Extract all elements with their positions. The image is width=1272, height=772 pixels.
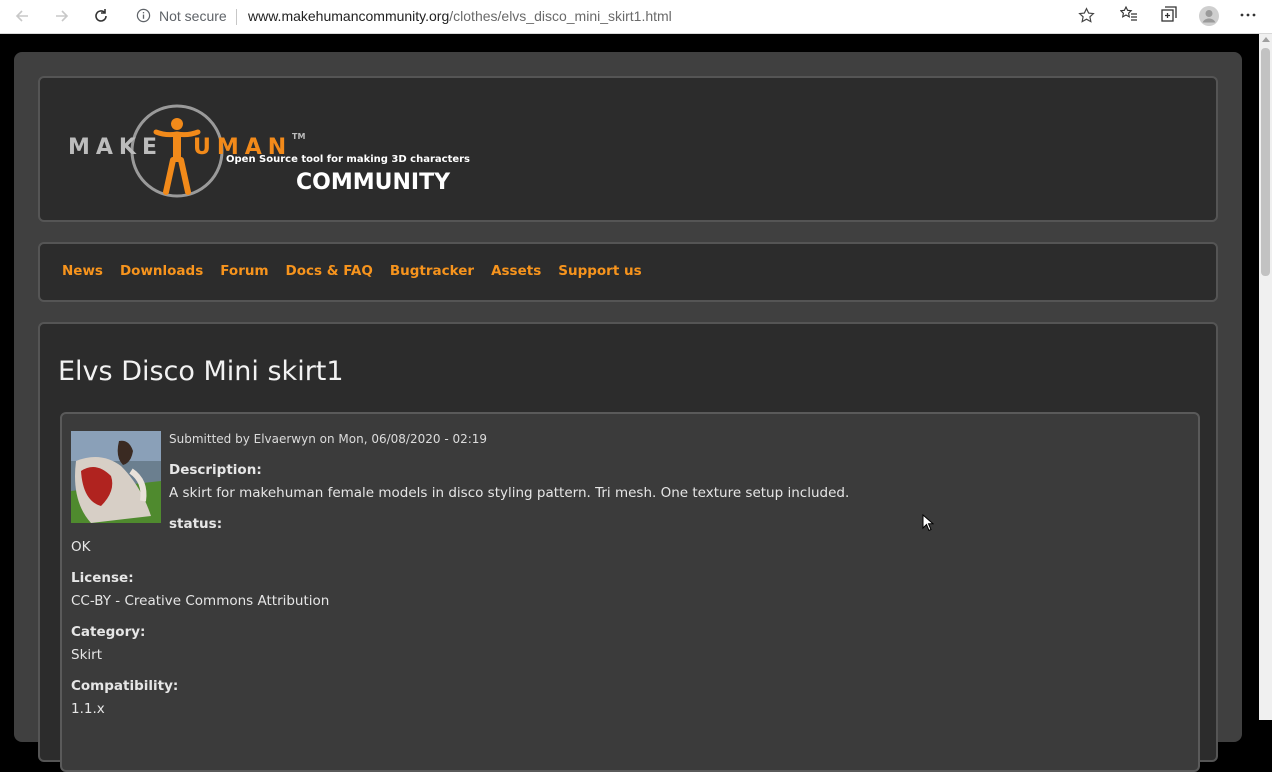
logo-trademark: TM — [292, 132, 306, 141]
category-label: Category: — [71, 624, 146, 640]
favorites-list-icon[interactable] — [1120, 5, 1138, 23]
license-label: License: — [71, 570, 134, 586]
site-wrapper: MAKE UMAN TM Open Source tool for making… — [14, 52, 1242, 772]
makehuman-logo[interactable]: MAKE UMAN TM Open Source tool for making… — [68, 102, 470, 202]
favorite-star-icon[interactable] — [1078, 7, 1095, 24]
not-secure-label[interactable]: Not secure — [159, 8, 227, 24]
logo-community-text: COMMUNITY — [296, 170, 451, 195]
logo-tagline: Open Source tool for making 3D character… — [226, 154, 471, 165]
nav-link-support-us[interactable]: Support us — [558, 263, 641, 279]
submitted-by-line: Submitted by Elvaerwyn on Mon, 06/08/202… — [169, 432, 488, 446]
back-arrow-icon — [15, 10, 28, 22]
collections-icon[interactable] — [1160, 5, 1178, 23]
content-area: Elvs Disco Mini skirt1 Submitted by Elva… — [38, 322, 1218, 772]
url-domain: www.makehumancommunity.org — [248, 8, 450, 24]
url-separator — [236, 9, 237, 25]
nav-link-bugtracker[interactable]: Bugtracker — [390, 263, 474, 279]
refresh-icon — [95, 9, 107, 22]
asset-node: Submitted by Elvaerwyn on Mon, 06/08/202… — [60, 412, 1200, 772]
status-label: status: — [169, 516, 223, 532]
url-path: /clothes/elvs_disco_mini_skirt1.html — [449, 8, 672, 24]
info-icon[interactable] — [136, 8, 151, 23]
page-title: Elvs Disco Mini skirt1 — [58, 356, 344, 387]
description-value: A skirt for makehuman female models in d… — [169, 485, 850, 501]
nav-links: News Downloads Forum Docs & FAQ Bugtrack… — [62, 263, 659, 279]
page: MAKE UMAN TM Open Source tool for making… — [0, 34, 1272, 772]
back-button[interactable] — [9, 4, 35, 28]
main-navigation: News Downloads Forum Docs & FAQ Bugtrack… — [38, 242, 1218, 302]
nav-link-assets[interactable]: Assets — [491, 263, 541, 279]
scroll-up-arrow-icon[interactable] — [1262, 37, 1270, 42]
forward-arrow-icon — [56, 10, 69, 22]
category-value: Skirt — [71, 647, 102, 663]
status-value: OK — [71, 539, 91, 555]
description-label: Description: — [169, 462, 262, 478]
logo-make-text: MAKE — [68, 135, 163, 160]
url-text[interactable]: www.makehumancommunity.org/clothes/elvs_… — [248, 8, 672, 24]
profile-avatar-icon[interactable] — [1198, 5, 1220, 27]
refresh-button[interactable] — [88, 4, 114, 28]
asset-thumbnail[interactable] — [71, 431, 161, 523]
compatibility-value: 1.1.x — [71, 701, 105, 717]
nav-link-docs-faq[interactable]: Docs & FAQ — [286, 263, 373, 279]
forward-button[interactable] — [49, 4, 75, 28]
mouse-cursor-icon — [922, 514, 934, 532]
scroll-thumb[interactable] — [1261, 48, 1270, 276]
nav-link-forum[interactable]: Forum — [220, 263, 268, 279]
more-menu-icon[interactable] — [1240, 13, 1256, 17]
page-scrollbar[interactable] — [1259, 34, 1272, 720]
browser-toolbar: Not secure www.makehumancommunity.org/cl… — [0, 0, 1272, 34]
nav-link-downloads[interactable]: Downloads — [120, 263, 203, 279]
nav-link-news[interactable]: News — [62, 263, 103, 279]
compatibility-label: Compatibility: — [71, 678, 179, 694]
site-header: MAKE UMAN TM Open Source tool for making… — [38, 76, 1218, 222]
license-value: CC-BY - Creative Commons Attribution — [71, 593, 330, 609]
address-bar[interactable]: Not secure www.makehumancommunity.org/cl… — [126, 2, 1104, 30]
